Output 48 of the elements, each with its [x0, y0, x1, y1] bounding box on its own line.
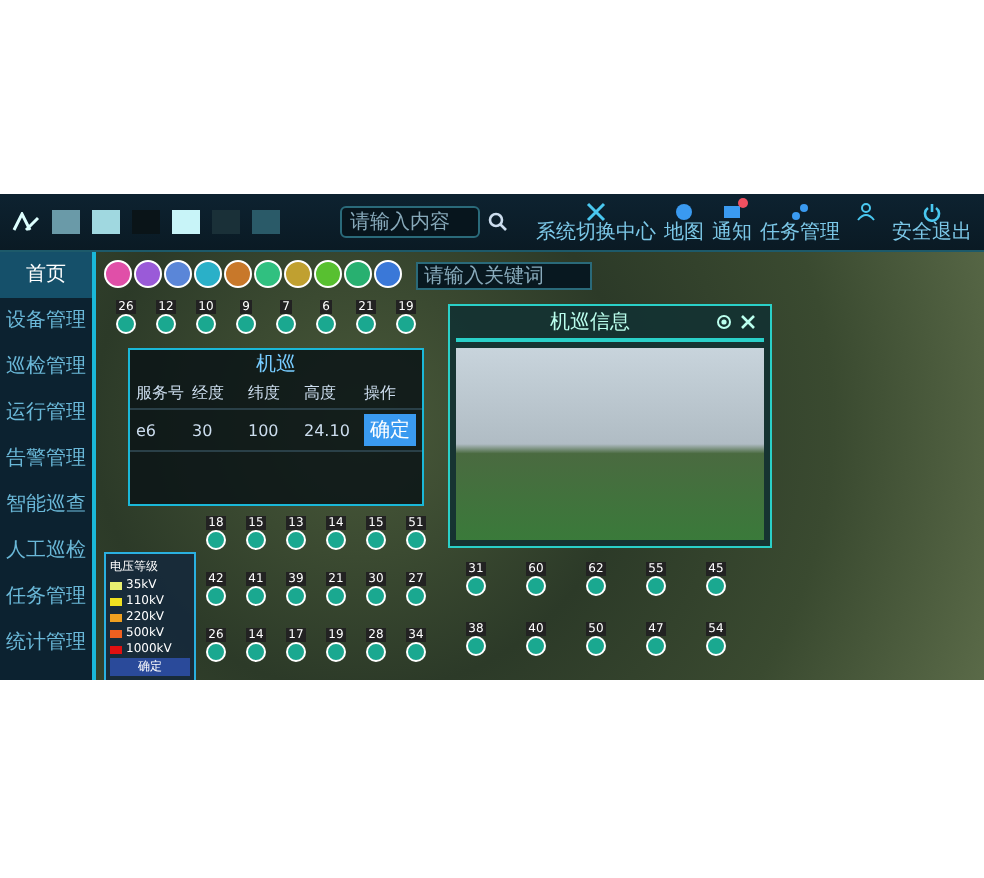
layer-toggle[interactable] [374, 260, 402, 288]
column-header: 操作 [364, 382, 398, 404]
layer-toggle[interactable] [284, 260, 312, 288]
panel-title: 机巡信息 [548, 309, 632, 336]
layer-toggle[interactable] [224, 260, 252, 288]
title-placeholder [92, 210, 120, 234]
title-placeholder [172, 210, 200, 234]
nav-button[interactable]: 安全退出 [892, 201, 972, 243]
nav-button[interactable]: 通知 [712, 201, 752, 243]
sidebar-item[interactable]: 告警管理 [0, 436, 92, 482]
sidebar-item[interactable]: 运行管理 [0, 390, 92, 436]
search-icon[interactable] [488, 212, 508, 232]
power-icon [922, 201, 942, 221]
user-icon [856, 201, 876, 221]
layer-toggle[interactable] [254, 260, 282, 288]
layer-toggle[interactable] [314, 260, 342, 288]
table-cell-text: e6 [136, 421, 159, 439]
search-field[interactable]: 请输入内容 [340, 206, 480, 238]
column-header: 经度 [192, 382, 226, 404]
logo-icon [12, 212, 40, 232]
title-placeholder [252, 210, 280, 234]
column-header: 高度 [304, 382, 338, 404]
sidebar-item[interactable]: 智能巡查 [0, 482, 92, 528]
table-cell-text: 100 [248, 421, 281, 439]
search-field[interactable]: 请输入关键词 [416, 262, 592, 290]
column-header: 服务号 [136, 382, 186, 404]
sidebar-item[interactable]: 首页 [0, 252, 92, 298]
close-icon[interactable] [740, 314, 756, 330]
sidebar-item[interactable]: 任务管理 [0, 574, 92, 620]
layer-toggle[interactable] [194, 260, 222, 288]
sidebar-item[interactable]: 人工巡检 [0, 528, 92, 574]
layer-toggle[interactable] [164, 260, 192, 288]
nav-button[interactable]: 任务管理 [760, 201, 840, 243]
layer-toggle[interactable] [344, 260, 372, 288]
sidebar-item[interactable]: 设备管理 [0, 298, 92, 344]
mail-icon [722, 201, 742, 221]
layer-toggle[interactable] [104, 260, 132, 288]
target-icon[interactable] [716, 314, 732, 330]
nav-button[interactable]: 系统切换中心 [536, 201, 656, 243]
title-placeholder [52, 210, 80, 234]
sidebar-item[interactable]: 统计管理 [0, 620, 92, 666]
layer-toggle[interactable] [134, 260, 162, 288]
table-cell-text: 24.10 [304, 421, 352, 439]
column-header: 纬度 [248, 382, 282, 404]
sidebar-item[interactable]: 巡检管理 [0, 344, 92, 390]
nav-button[interactable]: 地图 [664, 201, 704, 243]
table-cell-text: 30 [192, 421, 215, 439]
panel-title: 机巡 [254, 351, 298, 378]
